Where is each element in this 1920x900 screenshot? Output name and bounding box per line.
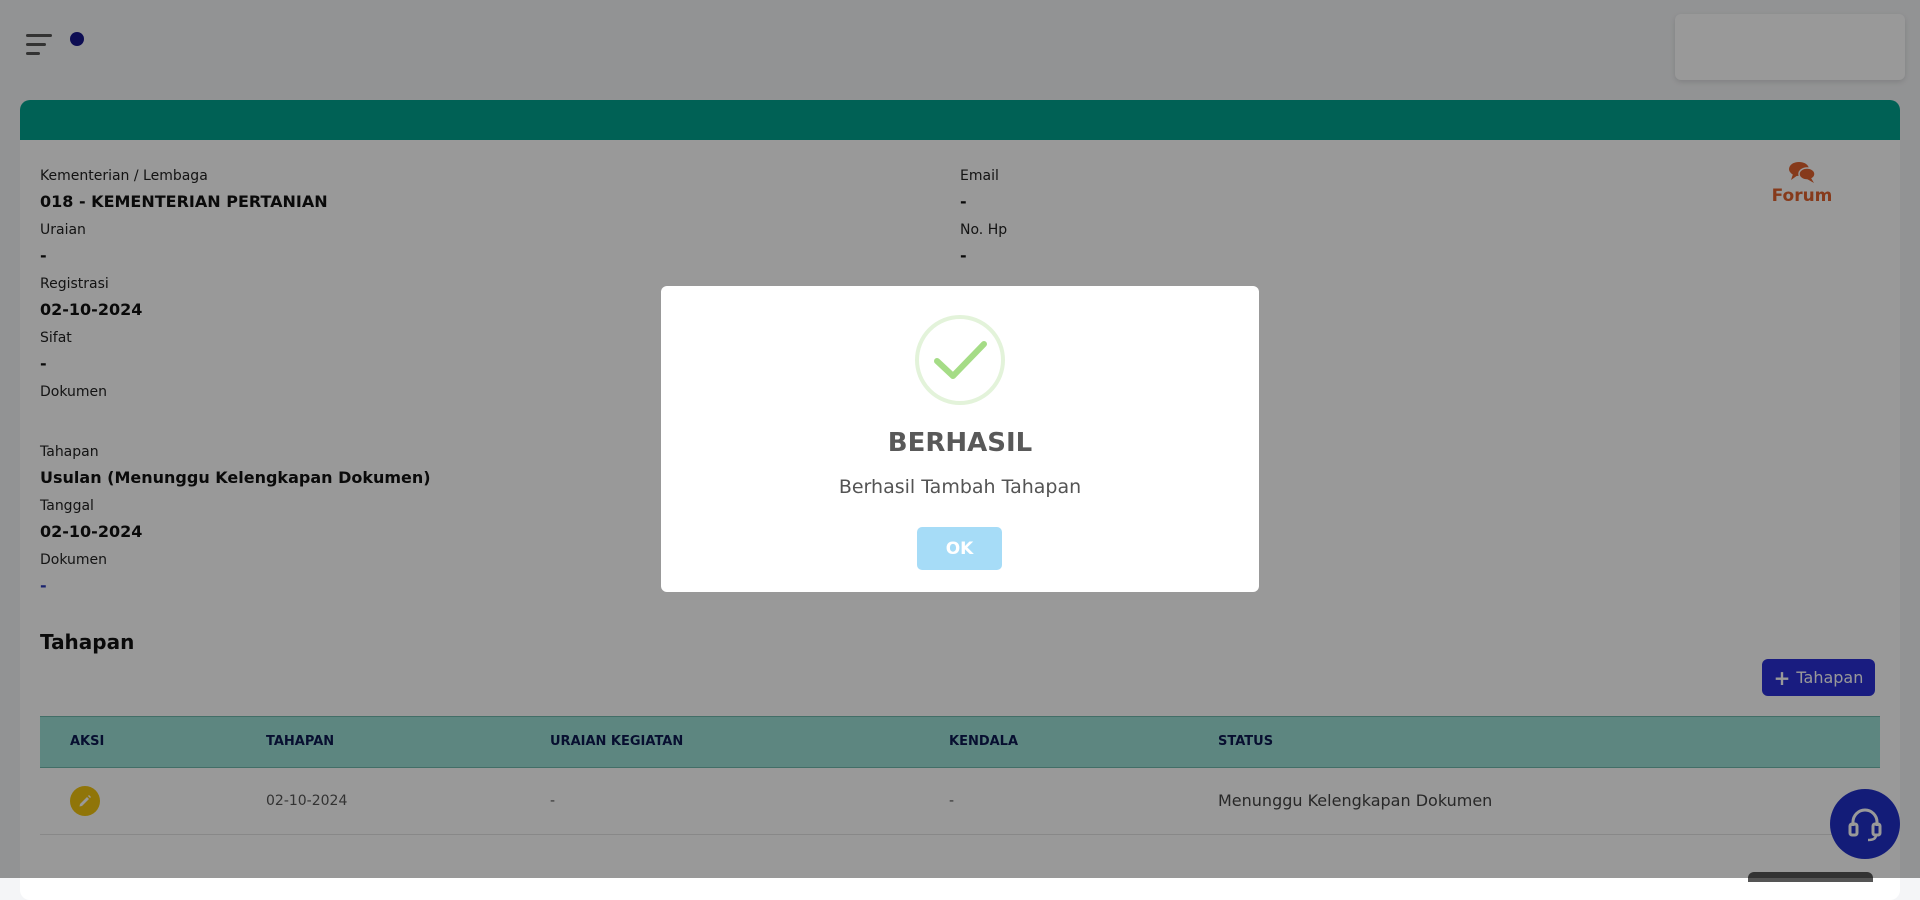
success-dialog: BERHASIL Berhasil Tambah Tahapan OK xyxy=(661,286,1259,592)
ok-button[interactable]: OK xyxy=(917,527,1002,570)
check-circle-icon xyxy=(914,314,1006,406)
dialog-title: BERHASIL xyxy=(887,428,1033,458)
dialog-message: Berhasil Tambah Tahapan xyxy=(838,476,1082,498)
